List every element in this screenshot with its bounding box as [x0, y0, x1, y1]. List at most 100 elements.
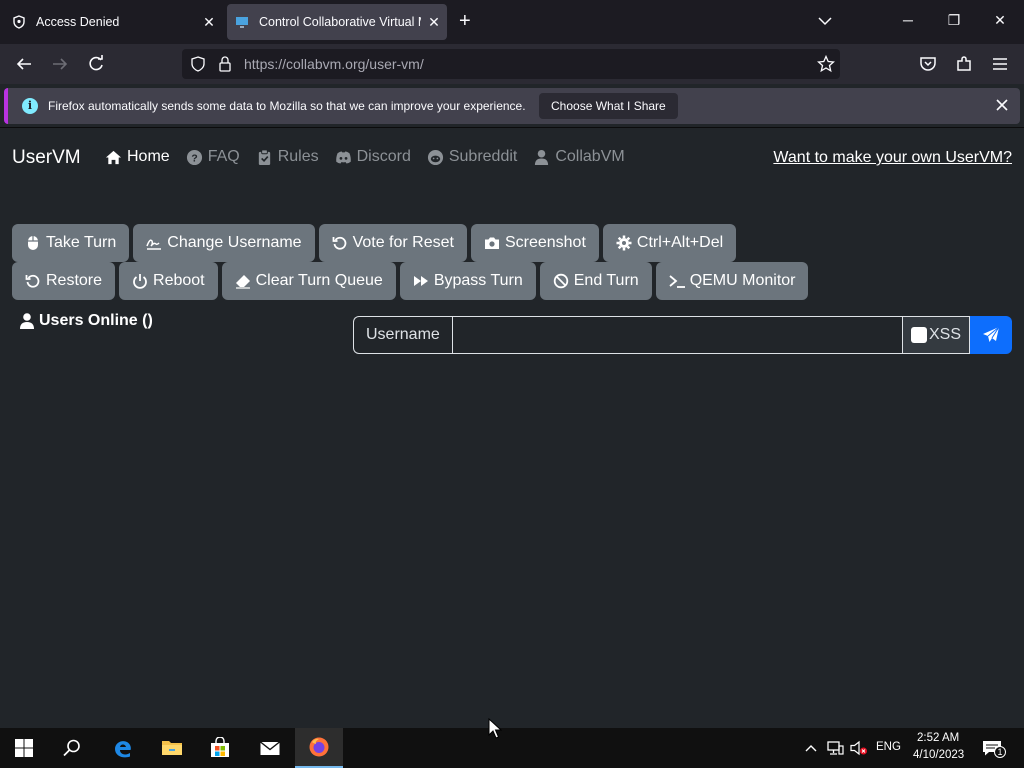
close-icon[interactable]: [994, 97, 1010, 113]
reboot-button[interactable]: Reboot: [119, 262, 218, 300]
button-label: End Turn: [573, 272, 639, 289]
vote-for-reset-button[interactable]: Vote for Reset: [318, 224, 467, 262]
url-bar[interactable]: https://collabvm.org/user-vm/: [182, 49, 840, 79]
choose-what-i-share-button[interactable]: Choose What I Share: [539, 93, 678, 119]
volume-muted-icon[interactable]: [850, 740, 868, 756]
edge-icon: [115, 741, 131, 758]
tab-collabvm[interactable]: Control Collaborative Virtual M ✕: [227, 4, 447, 40]
button-label: Vote for Reset: [352, 234, 454, 251]
take-turn-button[interactable]: Take Turn: [12, 224, 130, 262]
clock-time[interactable]: 2:52 AM: [917, 732, 959, 744]
clear-turn-queue-button[interactable]: Clear Turn Queue: [221, 262, 396, 300]
bypass-turn-button[interactable]: Bypass Turn: [399, 262, 536, 300]
hamburger-menu-icon[interactable]: [990, 54, 1010, 74]
change-username-button[interactable]: Change Username: [133, 224, 315, 262]
restore-button[interactable]: Restore: [12, 262, 116, 300]
input-language[interactable]: ENG: [876, 741, 901, 753]
close-tab-icon[interactable]: ✕: [196, 14, 222, 31]
browser-toolbar: https://collabvm.org/user-vm/: [0, 44, 1024, 84]
lock-icon[interactable]: [218, 56, 232, 72]
button-label: Take Turn: [46, 234, 117, 251]
minimize-icon[interactable]: ─: [898, 12, 918, 28]
back-arrow-icon[interactable]: [14, 54, 34, 74]
button-label: Ctrl+Alt+Del: [636, 234, 724, 251]
close-tab-icon[interactable]: ✕: [421, 14, 447, 31]
qemu-monitor-button[interactable]: QEMU Monitor: [655, 262, 809, 300]
tab-title: Control Collaborative Virtual M: [259, 15, 421, 29]
button-label: Bypass Turn: [433, 272, 523, 289]
search-button[interactable]: [48, 728, 96, 768]
star-icon[interactable]: [817, 55, 835, 73]
clipboard-check-icon: [258, 148, 270, 165]
chevron-down-icon[interactable]: [817, 13, 833, 29]
site-brand[interactable]: UserVM: [12, 147, 81, 169]
firefox-icon: [309, 737, 329, 757]
pocket-icon[interactable]: [918, 54, 938, 74]
nav-subreddit[interactable]: Subreddit: [427, 148, 518, 166]
power-icon: [133, 274, 147, 289]
nav-collabvm[interactable]: CollabVM: [533, 148, 625, 166]
button-label: Clear Turn Queue: [255, 272, 383, 289]
xss-label: XSS: [928, 326, 961, 343]
reload-icon[interactable]: [86, 54, 106, 74]
action-center-button[interactable]: 1: [980, 738, 1006, 758]
network-icon[interactable]: [826, 740, 844, 756]
edge-taskbar-button[interactable]: [99, 728, 147, 768]
vm-controls-row-1: Take Turn Change Username Vote for Reset…: [12, 224, 737, 262]
nav-rules[interactable]: Rules: [256, 148, 319, 166]
xss-checkbox[interactable]: [910, 327, 927, 343]
url-host: https://collabvm.org: [244, 56, 366, 72]
make-your-own-uservm-link[interactable]: Want to make your own UserVM?: [773, 149, 1012, 167]
start-button[interactable]: [0, 728, 48, 768]
chevron-up-icon[interactable]: [804, 741, 818, 755]
chat-message-input[interactable]: [451, 316, 903, 354]
close-window-icon[interactable]: ✕: [990, 12, 1010, 29]
screenshot-button[interactable]: Screenshot: [470, 224, 599, 262]
mouse-cursor-icon: [488, 718, 502, 739]
shield-icon[interactable]: [190, 56, 206, 72]
nav-label: Subreddit: [448, 148, 518, 165]
button-label: Reboot: [153, 272, 205, 289]
mail-taskbar-button[interactable]: [246, 728, 294, 768]
user-icon: [535, 149, 549, 165]
button-label: Change Username: [167, 234, 302, 251]
end-turn-button[interactable]: End Turn: [539, 262, 652, 300]
nav-home[interactable]: Home: [105, 148, 170, 166]
new-tab-icon[interactable]: +: [459, 11, 471, 31]
discord-icon: [335, 151, 351, 163]
users-online-heading: Users Online (): [20, 312, 153, 330]
firefox-taskbar-button[interactable]: [295, 728, 343, 768]
nav-faq[interactable]: ? FAQ: [186, 148, 240, 166]
site-nav: Home ? FAQ Rules Discord Subreddit Colla…: [105, 148, 625, 166]
forward-arrow-icon[interactable]: [50, 54, 70, 74]
nav-label: CollabVM: [555, 148, 625, 165]
store-taskbar-button[interactable]: [196, 728, 244, 768]
monitor-favicon-icon: [236, 17, 248, 28]
nav-label: FAQ: [207, 148, 240, 165]
restore-icon[interactable]: ❐: [944, 12, 964, 29]
clock-date[interactable]: 4/10/2023: [913, 749, 964, 761]
send-button[interactable]: [970, 316, 1012, 354]
nav-label: Home: [127, 148, 170, 165]
store-bag-icon: [211, 737, 229, 757]
username-label[interactable]: Username: [353, 316, 452, 354]
file-explorer-taskbar-button[interactable]: [148, 728, 196, 768]
nav-label: Rules: [277, 148, 319, 165]
url-text: https://collabvm.org/user-vm/: [244, 56, 424, 72]
search-icon: [63, 739, 80, 757]
button-label: Restore: [46, 272, 103, 289]
tab-title: Access Denied: [36, 15, 120, 29]
windows-taskbar: ENG 2:52 AM 4/10/2023 1: [0, 728, 1024, 768]
home-icon: [105, 150, 122, 164]
svg-text:?: ?: [191, 153, 197, 164]
vm-controls-row-2: Restore Reboot Clear Turn Queue Bypass T…: [12, 262, 809, 300]
shield-favicon-icon: [13, 15, 25, 29]
windows-logo-icon: [15, 739, 33, 757]
extensions-icon[interactable]: [954, 54, 974, 74]
terminal-icon: [669, 275, 685, 288]
page-content: UserVM Home ? FAQ Rules Discord Subreddi…: [0, 128, 1024, 728]
tab-access-denied[interactable]: Access Denied ✕: [4, 4, 222, 40]
ctrl-alt-del-button[interactable]: Ctrl+Alt+Del: [602, 224, 737, 262]
xss-toggle[interactable]: XSS: [903, 316, 970, 354]
nav-discord[interactable]: Discord: [335, 148, 411, 166]
